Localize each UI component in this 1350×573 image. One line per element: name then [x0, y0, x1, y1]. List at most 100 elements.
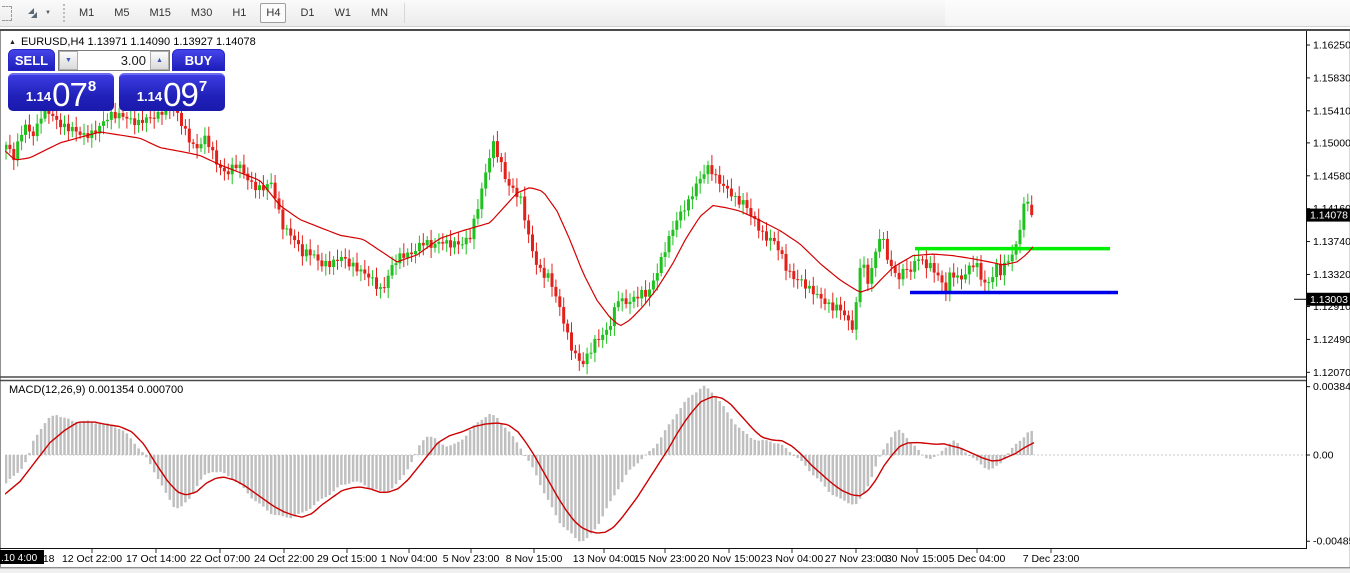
macd-bar	[851, 455, 854, 504]
macd-bar	[75, 422, 78, 455]
macd-bar	[605, 455, 608, 508]
candle-body	[79, 132, 82, 135]
macd-bar	[94, 423, 97, 455]
toolbar: ▼ M1 M5 M15 M30 H1 H4 D1 W1 MN	[0, 0, 1350, 27]
macd-bar	[988, 455, 991, 470]
candle-body	[746, 200, 749, 208]
sell-price-display[interactable]: 1.14078	[8, 73, 114, 111]
dropdown-caret-icon[interactable]: ▼	[45, 10, 51, 16]
macd-bar	[453, 444, 456, 455]
macd-bar	[309, 455, 312, 509]
macd-bar	[508, 432, 511, 455]
macd-bar	[364, 455, 367, 486]
candle-body	[882, 239, 885, 240]
candle-body	[492, 141, 495, 158]
candle-body	[480, 188, 483, 209]
candle-body	[671, 230, 674, 236]
buy-price-display[interactable]: 1.14097	[119, 73, 225, 111]
timeframe-H1[interactable]: H1	[226, 3, 252, 23]
candle-body	[824, 299, 827, 305]
candle-body	[188, 129, 191, 143]
macd-bar	[847, 455, 850, 503]
timeframe-M1[interactable]: M1	[73, 3, 100, 23]
candle-body	[313, 254, 316, 255]
price-axis: 1.162501.158301.154101.150001.145801.141…	[1294, 40, 1350, 548]
macd-bar	[348, 455, 351, 484]
macd-bar	[617, 455, 620, 489]
macd-bar	[984, 455, 987, 468]
candle-body	[309, 249, 312, 255]
candle-body	[843, 310, 846, 315]
candle-body	[102, 121, 105, 126]
macd-bar	[16, 455, 19, 473]
candle-body	[110, 112, 113, 120]
macd-bar	[539, 455, 542, 485]
macd-bar	[67, 419, 70, 455]
macd-bar	[586, 455, 589, 538]
candle-body	[644, 290, 647, 297]
candle-body	[640, 290, 643, 298]
candle-body	[983, 280, 986, 283]
toolbar-grip[interactable]	[63, 4, 65, 22]
clipped-tool-icon[interactable]	[2, 6, 12, 21]
macd-bar	[231, 455, 234, 479]
macd-bar	[711, 393, 714, 455]
macd-panel-group	[5, 386, 1306, 542]
sell-button[interactable]: SELL	[8, 49, 55, 71]
volume-increase-button[interactable]: ▲	[150, 51, 169, 70]
macd-bar	[500, 423, 503, 455]
macd-bar	[336, 455, 339, 487]
macd-bar	[469, 430, 472, 455]
candle-body	[239, 165, 242, 168]
candle-body	[820, 294, 823, 299]
candle-body	[765, 231, 768, 240]
macd-bar	[153, 455, 156, 472]
macd-bar	[843, 455, 846, 501]
macd-bar	[722, 406, 725, 455]
candle-body	[75, 127, 78, 132]
macd-bar	[83, 421, 86, 455]
macd-bar	[625, 455, 628, 475]
macd-bar	[227, 455, 230, 476]
candle-body	[371, 277, 374, 278]
candle-body	[375, 277, 378, 289]
time-axis-label: 7 Dec 23:00	[1023, 553, 1080, 565]
macd-bar	[106, 423, 109, 455]
macd-bar	[52, 416, 55, 455]
candle-body	[36, 124, 39, 136]
candle-body	[461, 244, 464, 245]
buy-price-prefix: 1.14	[137, 89, 162, 104]
candle-body	[352, 263, 355, 267]
sell-price-sup: 8	[88, 78, 96, 95]
macd-bar	[379, 455, 382, 491]
timeframe-D1[interactable]: D1	[294, 3, 320, 23]
candle-body	[617, 301, 620, 307]
macd-bar	[188, 455, 191, 499]
candle-body	[562, 307, 565, 324]
macd-bar	[110, 425, 113, 455]
timeframe-M15[interactable]: M15	[144, 3, 177, 23]
timeframe-M30[interactable]: M30	[185, 3, 218, 23]
timeframe-MN[interactable]: MN	[365, 3, 394, 23]
candle-body	[621, 298, 624, 301]
volume-decrease-button[interactable]: ▼	[59, 51, 78, 70]
candle-body	[1019, 230, 1022, 244]
candle-body	[258, 185, 261, 190]
timeframe-W1[interactable]: W1	[329, 3, 358, 23]
volume-input[interactable]: 3.00	[78, 51, 150, 70]
macd-bar	[141, 452, 144, 455]
panel-toggle-icon[interactable]: ▲	[9, 39, 16, 46]
candle-body	[738, 196, 741, 205]
macd-bar	[715, 397, 718, 455]
macd-bar	[414, 454, 417, 455]
chart-title-text: EURUSD,H4 1.13971 1.14090 1.13927 1.1407…	[21, 36, 256, 48]
candle-body	[804, 279, 807, 288]
macd-bar	[79, 422, 82, 455]
buy-button[interactable]: BUY	[172, 49, 225, 71]
timeframe-M5[interactable]: M5	[108, 3, 135, 23]
candle-body	[987, 282, 990, 283]
macd-bar	[1023, 437, 1026, 455]
candle-body	[293, 236, 296, 240]
timeframe-H4[interactable]: H4	[260, 3, 286, 23]
order-arrows-icon[interactable]: ▼	[24, 5, 51, 21]
